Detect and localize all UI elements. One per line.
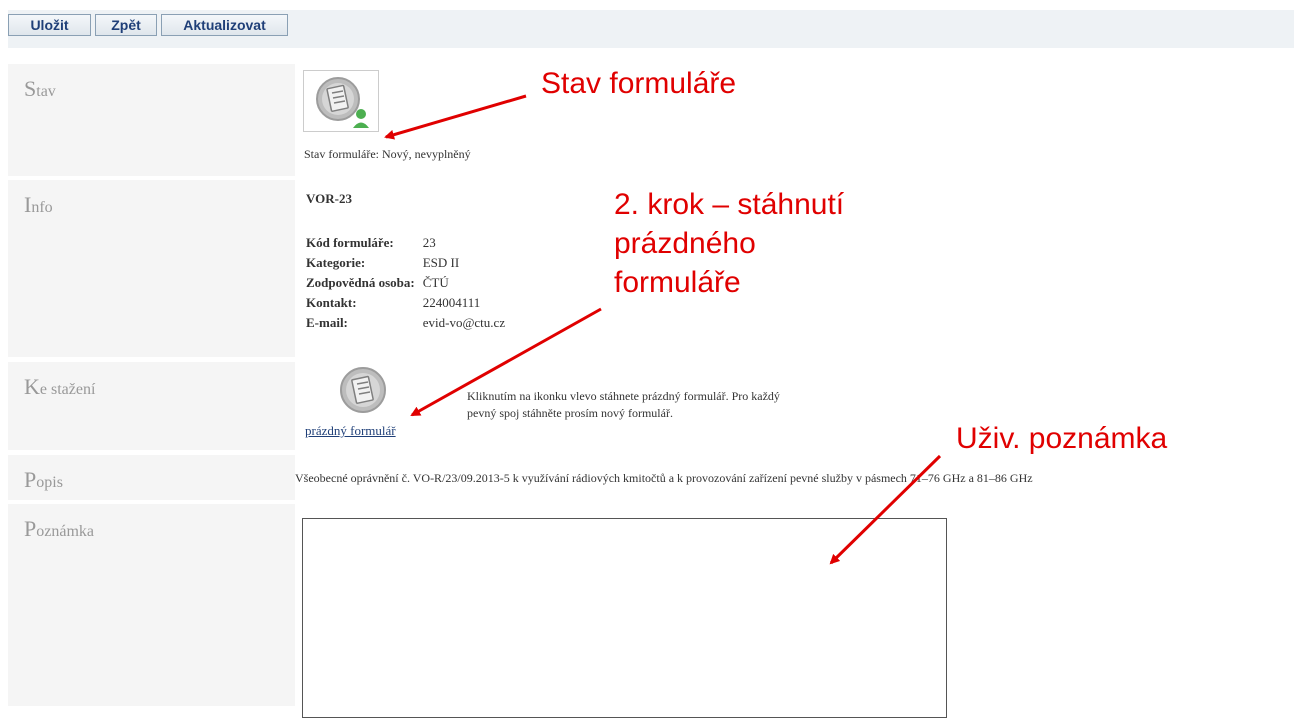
label-stav: Stav [24,76,56,101]
back-button[interactable]: Zpět [95,14,157,36]
update-button[interactable]: Aktualizovat [161,14,288,36]
form-user-icon [303,70,379,132]
info-value: evid-vo@ctu.cz [422,315,506,330]
label-info: Info [24,192,53,217]
annotation-stav: Stav formuláře [541,67,737,100]
label-download: Ke stažení [24,374,96,399]
empty-form-link[interactable]: prázdný formulář [305,423,396,439]
info-value: ESD II [422,255,460,270]
form-code: VOR-23 [306,191,352,206]
label-poznamka: Poznámka [24,516,94,541]
form-document-icon[interactable] [339,364,387,416]
popis-text: Všeobecné oprávnění č. VO-R/23/09.2013-5… [295,471,1033,485]
info-row: Kód formuláře: 23 [306,234,509,254]
info-value: ČTÚ [422,275,449,290]
info-key: Kategorie: [306,255,366,270]
info-row: E-mail: evid-vo@ctu.cz [306,314,509,334]
annotation-krok-line3: formuláře [614,266,741,299]
info-key: Kontakt: [306,295,357,310]
info-key: E-mail: [306,315,348,330]
annotation-poznamka: Uživ. poznámka [956,422,1168,455]
save-button[interactable]: Uložit [8,14,91,36]
info-row: Zodpovědná osoba: ČTÚ [306,274,509,294]
info-value: 23 [422,235,436,250]
info-value: 224004111 [422,295,481,310]
download-help-text: Kliknutím na ikonku vlevo stáhnete prázd… [467,389,780,420]
form-status-text: Stav formuláře: Nový, nevyplněný [304,147,471,161]
info-key: Kód formuláře: [306,235,394,250]
info-row: Kategorie: ESD II [306,254,509,274]
row-popis: Popis Všeobecné oprávnění č. VO-R/23/09.… [8,455,1294,500]
note-textarea[interactable] [302,518,947,718]
annotation-krok-line1: 2. krok – stáhnutí [614,188,845,221]
info-table: Kód formuláře: 23 Kategorie: ESD II Zodpov… [306,234,509,334]
annotation-krok-line2: prázdného [614,227,756,260]
label-popis: Popis [24,467,63,492]
info-row: Kontakt: 224004111 [306,294,509,314]
info-key: Zodpovědná osoba: [306,275,415,290]
row-poznamka: Poznámka [8,504,1294,718]
